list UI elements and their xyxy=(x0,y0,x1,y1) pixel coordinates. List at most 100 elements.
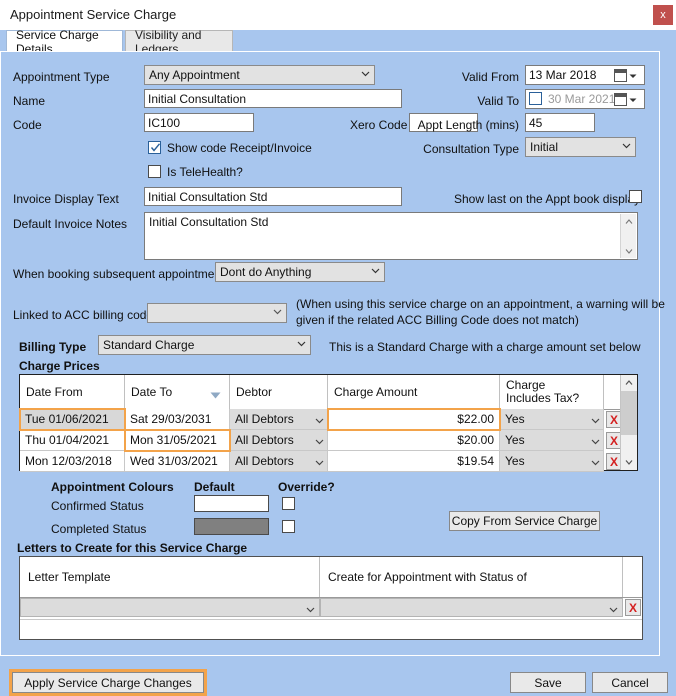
chevron-down-icon xyxy=(361,69,370,78)
billing-type-label: Billing Type xyxy=(19,340,87,354)
billing-type-select[interactable]: Standard Charge xyxy=(98,335,311,355)
completed-status-override-checkbox[interactable] xyxy=(282,520,295,533)
consultation-type-value: Initial xyxy=(530,140,559,154)
cell-date-to[interactable]: Mon 31/05/2021 xyxy=(124,429,231,452)
tab-service-charge-details[interactable]: Service Charge Details xyxy=(6,28,123,56)
cell-includes-tax[interactable]: Yes xyxy=(500,409,604,430)
cell-date-to[interactable]: Wed 31/03/2021 xyxy=(125,451,230,472)
scroll-up-icon[interactable] xyxy=(621,375,637,391)
cell-includes-tax[interactable]: Yes xyxy=(500,430,604,451)
valid-to-datepicker[interactable]: 30 Mar 2021 xyxy=(525,89,645,109)
column-header-date-to-label: Date To xyxy=(131,385,173,399)
confirmed-status-label: Confirmed Status xyxy=(51,499,144,513)
acc-note-line-2: given if the related ACC Billing Code do… xyxy=(296,313,579,327)
cell-charge-amount[interactable]: $20.00 xyxy=(328,430,500,451)
code-input[interactable] xyxy=(144,113,254,132)
calendar-icon xyxy=(614,69,627,82)
cell-charge-amount[interactable]: $22.00 xyxy=(327,408,501,431)
cell-includes-tax[interactable]: Yes xyxy=(500,451,604,472)
cell-debtor-value: All Debtors xyxy=(235,412,294,426)
cell-date-to[interactable]: Sat 29/03/2031 xyxy=(125,409,230,430)
copy-from-service-charge-button[interactable]: Copy From Service Charge xyxy=(449,511,600,531)
column-header-letters-delete xyxy=(623,557,644,597)
column-header-charge-amount-label: Charge Amount xyxy=(334,385,418,399)
consultation-type-label: Consultation Type xyxy=(423,142,519,156)
column-header-charge-amount[interactable]: Charge Amount xyxy=(328,375,500,409)
valid-to-enable-checkbox[interactable] xyxy=(529,92,542,105)
column-header-create-for-status[interactable]: Create for Appointment with Status of xyxy=(320,557,623,597)
letters-header-row: Letter Template Create for Appointment w… xyxy=(20,557,642,598)
save-button[interactable]: Save xyxy=(510,672,586,693)
valid-from-datepicker[interactable]: 13 Mar 2018 xyxy=(525,65,645,85)
column-header-letter-template[interactable]: Letter Template xyxy=(20,557,320,597)
table-row[interactable]: Thu 01/04/2021 Mon 31/05/2021 All Debtor… xyxy=(20,429,637,452)
calendar-dropdown-button-2[interactable] xyxy=(614,92,642,107)
cell-debtor[interactable]: All Debtors xyxy=(230,409,328,430)
chevron-down-icon-5 xyxy=(297,339,306,348)
cell-includes-tax-value: Yes xyxy=(505,412,525,426)
is-telehealth-label: Is TeleHealth? xyxy=(167,165,243,179)
cancel-button[interactable]: Cancel xyxy=(592,672,668,693)
is-telehealth-checkbox[interactable] xyxy=(148,165,161,178)
cell-debtor[interactable]: All Debtors xyxy=(230,451,328,472)
invoice-display-text-label: Invoice Display Text xyxy=(13,192,119,206)
column-header-date-to[interactable]: Date To xyxy=(125,375,230,409)
check-icon xyxy=(150,142,161,156)
window-title: Appointment Service Charge xyxy=(10,7,177,22)
table-row[interactable]: Mon 12/03/2018 Wed 31/03/2021 All Debtor… xyxy=(20,451,637,472)
delete-letter-row-button[interactable]: X xyxy=(625,599,641,616)
subsequent-appointments-select[interactable]: Dont do Anything xyxy=(215,262,385,282)
show-code-receipt-checkbox[interactable] xyxy=(148,141,161,154)
chevron-down-icon-3 xyxy=(371,266,380,275)
confirmed-status-colour-swatch[interactable] xyxy=(194,495,269,512)
cell-includes-tax-value: Yes xyxy=(505,433,525,447)
valid-from-value: 13 Mar 2018 xyxy=(529,68,597,82)
letter-template-select[interactable] xyxy=(20,598,320,617)
cell-charge-amount[interactable]: $19.54 xyxy=(328,451,500,472)
default-heading: Default xyxy=(194,480,235,494)
scroll-down-icon[interactable] xyxy=(621,454,637,470)
show-last-checkbox[interactable] xyxy=(629,190,642,203)
appt-length-input[interactable] xyxy=(525,113,595,132)
appointment-type-select[interactable]: Any Appointment xyxy=(144,65,375,85)
acc-billing-code-select[interactable] xyxy=(147,303,287,323)
show-code-receipt-label: Show code Receipt/Invoice xyxy=(167,141,312,155)
completed-status-colour-swatch[interactable] xyxy=(194,518,269,535)
scroll-up-icon[interactable] xyxy=(621,214,636,229)
cell-debtor[interactable]: All Debtors xyxy=(230,430,328,451)
column-header-date-from[interactable]: Date From xyxy=(20,375,125,409)
invoice-display-text-input[interactable] xyxy=(144,187,402,206)
charge-prices-header-row: Date From Date To Debtor Charge Amount C… xyxy=(20,375,637,410)
default-invoice-notes-value: Initial Consultation Std xyxy=(149,215,269,229)
letters-row[interactable]: X xyxy=(20,598,642,619)
scrollbar-thumb[interactable] xyxy=(621,391,637,435)
column-header-charge-includes-tax[interactable]: Charge Includes Tax? xyxy=(500,375,604,409)
cell-date-from[interactable]: Thu 01/04/2021 xyxy=(20,430,125,451)
calendar-dropdown-button[interactable] xyxy=(614,68,642,83)
textarea-scrollbar[interactable] xyxy=(620,214,636,258)
scroll-down-icon[interactable] xyxy=(621,243,636,258)
cell-date-from[interactable]: Mon 12/03/2018 xyxy=(20,451,125,472)
chevron-down-icon-row2-tax xyxy=(591,435,600,445)
letters-row-divider xyxy=(20,619,642,620)
confirmed-status-override-checkbox[interactable] xyxy=(282,497,295,510)
chevron-down-icon-row1-debtor xyxy=(315,414,324,424)
letter-status-select[interactable] xyxy=(320,598,623,617)
grid-scrollbar[interactable] xyxy=(620,375,637,470)
name-label: Name xyxy=(13,94,46,108)
consultation-type-select[interactable]: Initial xyxy=(525,137,636,157)
name-input[interactable] xyxy=(144,89,402,108)
chevron-down-icon-letter-template xyxy=(306,603,315,617)
appointment-service-charge-dialog: Appointment Service Charge x Service Cha… xyxy=(0,0,676,696)
column-header-debtor[interactable]: Debtor xyxy=(230,375,328,409)
default-invoice-notes-textarea[interactable]: Initial Consultation Std xyxy=(144,212,638,260)
close-icon[interactable]: x xyxy=(653,5,673,25)
letters-heading: Letters to Create for this Service Charg… xyxy=(17,541,248,555)
apply-service-charge-changes-button[interactable]: Apply Service Charge Changes xyxy=(9,669,207,696)
chevron-down-icon-row1-tax xyxy=(591,414,600,424)
column-header-charge-includes-tax-label: Charge Includes Tax? xyxy=(506,378,580,405)
cell-debtor-value: All Debtors xyxy=(235,454,294,468)
table-row[interactable]: Tue 01/06/2021 Sat 29/03/2031 All Debtor… xyxy=(19,408,637,431)
cell-date-from[interactable]: Tue 01/06/2021 xyxy=(19,408,126,431)
tab-visibility-and-ledgers[interactable]: Visibility and Ledgers xyxy=(125,28,233,56)
